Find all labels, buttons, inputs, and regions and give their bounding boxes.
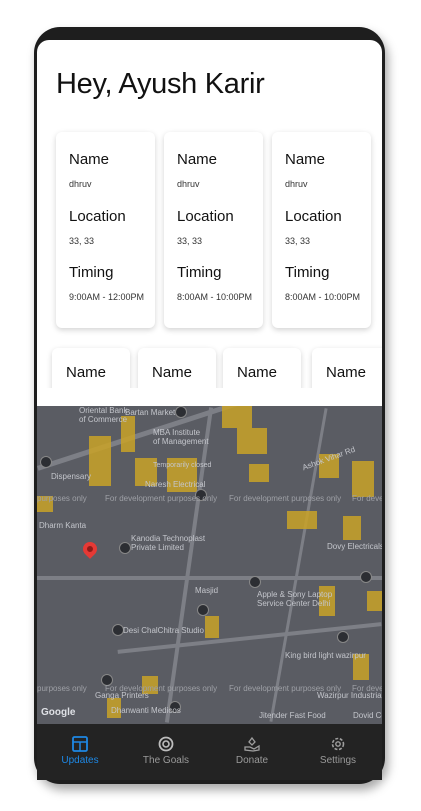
card-name-label: Name bbox=[285, 151, 326, 168]
dev-watermark: purposes only bbox=[37, 494, 87, 503]
map-building bbox=[287, 511, 317, 529]
goals-icon bbox=[158, 736, 174, 752]
map-label: Masjid bbox=[195, 586, 219, 595]
card-name-label: Name bbox=[66, 364, 107, 381]
app-screen: Hey, Ayush Karir Name dhruv Location 33,… bbox=[37, 40, 382, 780]
map-label: Naresh Electrical bbox=[145, 480, 206, 489]
dev-watermark: purposes only bbox=[37, 684, 87, 693]
map-label: Kanodia Technoplast Private Limited bbox=[131, 534, 206, 552]
greeting-title: Hey, Ayush Karir bbox=[56, 68, 265, 100]
card-location-label: Location bbox=[69, 208, 126, 225]
map-poi-icon[interactable] bbox=[337, 631, 349, 643]
map-label: Temporarily closed bbox=[153, 462, 212, 469]
update-card[interactable]: Name bbox=[223, 348, 301, 388]
map-poi-icon[interactable] bbox=[119, 542, 131, 554]
map-label: Dovy Electricals bbox=[327, 542, 382, 551]
dev-watermark: For devel bbox=[352, 684, 382, 693]
card-timing-value: 8:00AM - 10:00PM bbox=[285, 292, 361, 302]
map-label: Bartan Market bbox=[125, 408, 176, 417]
dev-watermark: For development purposes only bbox=[105, 684, 218, 693]
map-building bbox=[205, 616, 219, 638]
nav-label: Settings bbox=[319, 755, 357, 766]
map-road bbox=[37, 576, 382, 580]
map-building bbox=[367, 591, 382, 611]
map-building bbox=[237, 428, 267, 454]
card-timing-label: Timing bbox=[177, 264, 222, 281]
card-name-label: Name bbox=[237, 364, 278, 381]
card-name-label: Name bbox=[69, 151, 110, 168]
nav-item-settings[interactable]: Settings bbox=[295, 724, 381, 780]
card-location-value: 33, 33 bbox=[177, 236, 203, 246]
second-card-row: Name Name Name Name bbox=[37, 338, 382, 388]
map-label: Apple & Sony Laptop Service Center Delhi bbox=[257, 590, 333, 608]
settings-icon bbox=[331, 737, 345, 751]
nav-item-the-goals[interactable]: The Goals bbox=[123, 724, 209, 780]
map-poi-icon[interactable] bbox=[360, 571, 372, 583]
card-timing-label: Timing bbox=[285, 264, 330, 281]
update-card[interactable]: Name bbox=[52, 348, 130, 388]
map-label: Dispensary bbox=[51, 472, 92, 481]
map-building bbox=[222, 406, 252, 428]
dev-watermark: For development purposes only bbox=[105, 494, 218, 503]
map-label: Dovid Cell bbox=[353, 711, 382, 720]
card-name-value: dhruv bbox=[177, 179, 200, 189]
card-location-value: 33, 33 bbox=[285, 236, 311, 246]
nav-label: Updates bbox=[61, 755, 99, 766]
card-name-label: Name bbox=[177, 151, 218, 168]
map-poi-icon[interactable] bbox=[197, 604, 209, 616]
card-name-value: dhruv bbox=[69, 179, 92, 189]
donate-icon bbox=[244, 736, 260, 752]
card-timing-label: Timing bbox=[69, 264, 114, 281]
nav-item-updates[interactable]: Updates bbox=[37, 724, 123, 780]
nav-item-donate[interactable]: Donate bbox=[209, 724, 295, 780]
update-card[interactable]: Name bbox=[138, 348, 216, 388]
map-road bbox=[164, 407, 214, 723]
google-logo: Google bbox=[41, 707, 76, 718]
map-label: Oriental Bank of Commerce bbox=[79, 406, 128, 424]
nav-label: The Goals bbox=[142, 755, 190, 766]
map-building bbox=[343, 516, 361, 540]
card-timing-value: 8:00AM - 10:00PM bbox=[177, 292, 253, 302]
map-label: Dhanwanti Medicos bbox=[111, 706, 181, 715]
map-building bbox=[89, 436, 111, 486]
dev-watermark: For devel bbox=[352, 494, 382, 503]
nav-label: Donate bbox=[235, 755, 269, 766]
card-location-value: 33, 33 bbox=[69, 236, 95, 246]
map-label: Desi ChalChitra Studio bbox=[123, 626, 204, 635]
map-poi-icon[interactable] bbox=[175, 406, 187, 418]
map-label: Dharm Kanta bbox=[39, 521, 87, 530]
update-card[interactable]: Name bbox=[312, 348, 382, 388]
dev-watermark: For development purposes only bbox=[229, 684, 342, 693]
map-label: King bird light wazirpur bbox=[285, 651, 366, 660]
location-pin-icon[interactable] bbox=[80, 539, 100, 559]
map-label: MBA Institute of Management bbox=[153, 428, 209, 446]
map-poi-icon[interactable] bbox=[249, 576, 261, 588]
dev-watermark: For development purposes only bbox=[229, 494, 342, 503]
card-timing-value: 9:00AM - 12:00PM bbox=[69, 292, 145, 302]
updates-card-row: Name dhruv Location 33, 33 Timing 9:00AM… bbox=[56, 132, 382, 328]
map-building bbox=[249, 464, 269, 482]
card-name-label: Name bbox=[152, 364, 193, 381]
map-poi-icon[interactable] bbox=[40, 456, 52, 468]
map-building bbox=[352, 461, 374, 497]
updates-icon bbox=[72, 736, 88, 752]
map-label: Jitender Fast Food bbox=[259, 711, 326, 720]
update-card[interactable]: Name dhruv Location 33, 33 Timing 9:00AM… bbox=[56, 132, 155, 328]
card-location-label: Location bbox=[177, 208, 234, 225]
bottom-navigation: Updates The Goals Donate Settings bbox=[37, 724, 382, 780]
update-card[interactable]: Name dhruv Location 33, 33 Timing 8:00AM… bbox=[164, 132, 263, 328]
update-card[interactable]: Name dhruv Location 33, 33 Timing 8:00AM… bbox=[272, 132, 371, 328]
card-name-label: Name bbox=[326, 364, 367, 381]
map-view[interactable]: Oriental Bank of Commerce Bartan Market … bbox=[37, 406, 382, 724]
card-location-label: Location bbox=[285, 208, 342, 225]
card-name-value: dhruv bbox=[285, 179, 308, 189]
